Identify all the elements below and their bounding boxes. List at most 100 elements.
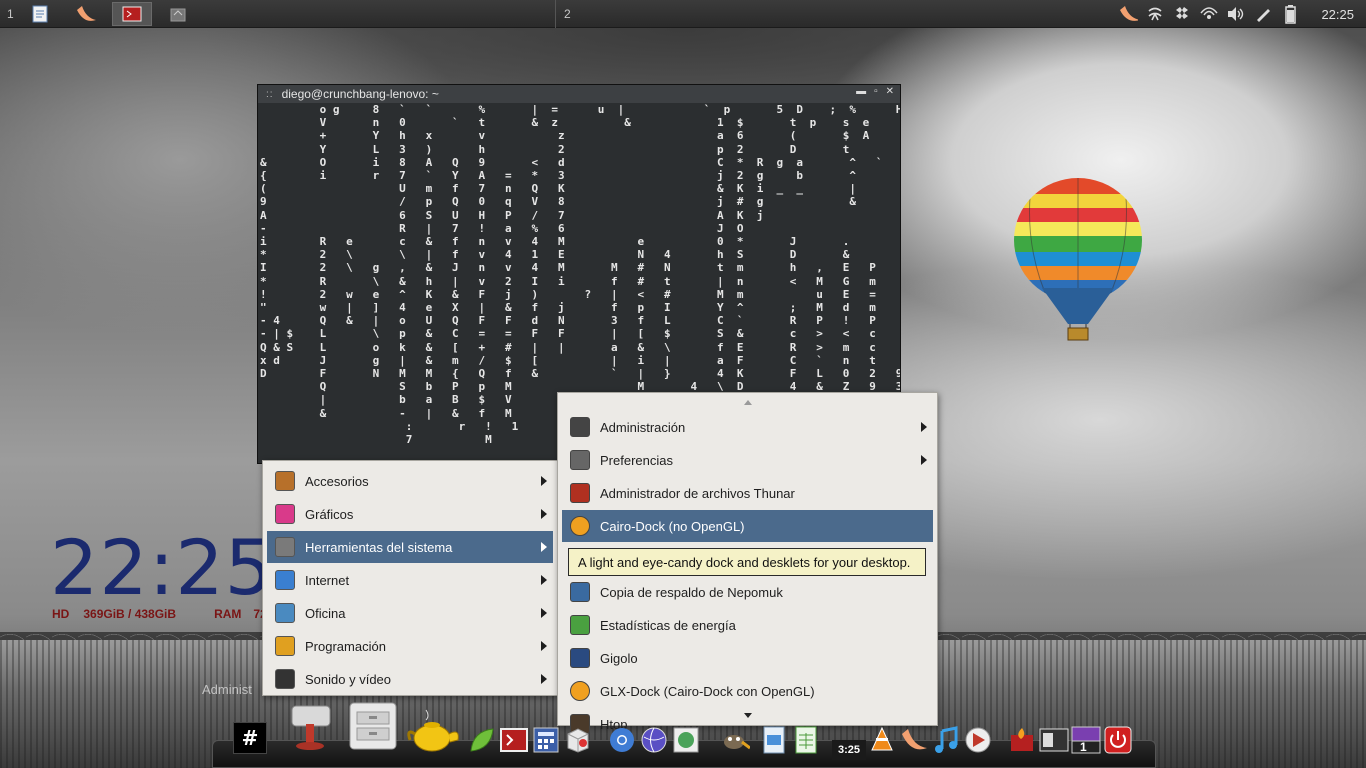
panel-clock[interactable]: 22:25 xyxy=(1321,7,1354,22)
text-editor-task[interactable] xyxy=(20,2,60,26)
menu-item-accesorios[interactable]: Accesorios xyxy=(267,465,553,497)
sound-video-icon xyxy=(275,669,295,689)
terminal-line: Y L 3 ) h 2 p 2 D t 2 Q : , xyxy=(319,142,850,156)
terminal-line: - R | 7 ! a % 6 J O X X , : y xyxy=(260,221,744,235)
image-file-dock-icon[interactable] xyxy=(758,724,790,756)
submenu-item-label: Estadísticas de energía xyxy=(600,617,736,633)
menu-item-gr-ficos[interactable]: Gráficos xyxy=(267,498,553,530)
terminal-line: i R e c & f n v 4 M e 0 * J . P E 0 ; f … xyxy=(260,235,850,249)
submenu-item-label: GLX-Dock (Cairo-Dock con OpenGL) xyxy=(600,683,815,699)
office-icon xyxy=(275,603,295,623)
terminal-title: diego@crunchbang-lenovo: ~ xyxy=(281,87,439,101)
menu-item-herramientas-del-sistema[interactable]: Herramientas del sistema xyxy=(267,531,553,563)
hd-label: HD xyxy=(52,607,70,621)
dock-clock[interactable]: 3:25 xyxy=(832,740,866,760)
network-wave-icon[interactable] xyxy=(1145,4,1165,24)
pen-icon[interactable] xyxy=(1253,4,1273,24)
crunchbang-task[interactable] xyxy=(66,2,106,26)
terminal-dock-icon[interactable] xyxy=(498,724,530,756)
chromium-dock-icon[interactable] xyxy=(606,724,638,756)
submenu-item-administraci-n[interactable]: Administración xyxy=(562,411,933,443)
crunchbang-fruit-dock-icon[interactable] xyxy=(898,724,930,756)
shutdown-dock-icon[interactable] xyxy=(1102,724,1134,756)
submenu-item-preferencias[interactable]: Preferencias xyxy=(562,444,933,476)
photo-viewer-dock-icon[interactable] xyxy=(670,724,702,756)
submenu-item-gigolo[interactable]: Gigolo xyxy=(562,642,933,674)
cairo-dock-tooltip: A light and eye-candy dock and desklets … xyxy=(568,548,926,576)
close-icon[interactable]: ✕ xyxy=(886,86,894,97)
home-task[interactable] xyxy=(158,2,198,26)
workspace-badge: 1 xyxy=(1080,740,1087,754)
media-player-dock-icon[interactable] xyxy=(962,724,994,756)
terminal-line: x d J g | & m / $ [ | i | a F C ` n t M … xyxy=(260,353,876,367)
leaf-dock-icon[interactable] xyxy=(466,724,498,756)
teapot-dock-icon[interactable] xyxy=(406,706,462,754)
submenu-item-label: Administrador de archivos Thunar xyxy=(600,485,795,501)
submenu-item-administrador-de-archivos-thunar[interactable]: Administrador de archivos Thunar xyxy=(562,477,933,509)
volume-icon[interactable] xyxy=(1226,4,1246,24)
terminal-line: * 2 \ \ | f v 4 1 E N 4 h S D & s 0 X f … xyxy=(260,248,850,262)
globe-dock-icon[interactable] xyxy=(638,724,670,756)
wifi-icon[interactable] xyxy=(1199,4,1219,24)
window-grip-icon: :: xyxy=(266,88,274,100)
window-list-dock-icon[interactable] xyxy=(1038,724,1070,756)
menu-item-label: Gráficos xyxy=(305,506,354,522)
nepomuk-backup-icon xyxy=(570,582,590,602)
submenu-item-glx-dock-cairo-dock-con-opengl-[interactable]: GLX-Dock (Cairo-Dock con OpenGL) xyxy=(562,675,933,707)
music-dock-icon[interactable] xyxy=(930,724,962,756)
menu-item-sonido-y-v-deo[interactable]: Sonido y vídeo xyxy=(267,663,553,695)
submenu-arrow-icon xyxy=(541,575,547,585)
firewall-dock-icon[interactable] xyxy=(1006,724,1038,756)
terminal-line: * R \ & h | v 2 I i f # t | n < M G m C … xyxy=(260,274,876,288)
spreadsheet-dock-icon[interactable] xyxy=(790,724,822,756)
submenu-item-copia-de-respaldo-de-nepomuk[interactable]: Copia de respaldo de Nepomuk xyxy=(562,576,933,608)
terminal-titlebar[interactable]: :: diego@crunchbang-lenovo: ~ ▬ ▫ ✕ xyxy=(258,85,900,103)
submenu-arrow-icon xyxy=(541,542,547,552)
panel-divider xyxy=(555,0,556,28)
hot-air-balloon-image xyxy=(1012,178,1148,342)
menu-item-label: Internet xyxy=(305,572,350,588)
file-manager-dock-icon[interactable] xyxy=(347,700,399,752)
terminal-line: I 2 \ g , & J n v 4 M M # N t m h , E P … xyxy=(260,261,876,275)
workspace-2-label[interactable]: 2 xyxy=(564,7,571,21)
crunchbang-dock-icon[interactable]: # xyxy=(233,722,267,754)
submenu-arrow-icon xyxy=(541,608,547,618)
terminal-line: D F N M M { Q f & ` | } 4 K F L 0 2 9 M … xyxy=(260,367,900,381)
file-launcher-dock-icon[interactable] xyxy=(286,702,336,752)
menu-item-label: Oficina xyxy=(305,605,346,621)
vlc-dock-icon[interactable] xyxy=(866,724,898,756)
workspace-1-label[interactable]: 1 xyxy=(7,7,14,21)
terminal-line: " w | ] 4 e X | & f j f p I Y ^ ; M d m … xyxy=(260,301,876,315)
maximize-icon[interactable]: ▫ xyxy=(874,86,878,97)
scroll-up-icon[interactable] xyxy=(743,400,752,405)
menu-item-label: Herramientas del sistema xyxy=(305,539,453,555)
submenu-item-label: Gigolo xyxy=(600,650,638,666)
terminal-line: - | $ L \ p & C = = F F | [ $ S & c > < … xyxy=(260,327,876,341)
calculator-dock-icon[interactable] xyxy=(530,724,562,756)
battery-icon[interactable] xyxy=(1280,4,1300,24)
terminal-line: ( U m f 7 n Q K & K i _ _ | - Z T . xyxy=(260,182,857,196)
faded-administ-label: Administ xyxy=(202,682,252,697)
submenu-arrow-icon xyxy=(921,422,927,432)
menu-item-oficina[interactable]: Oficina xyxy=(267,597,553,629)
cairo-dock-icon xyxy=(570,516,590,536)
package-dock-icon[interactable] xyxy=(562,724,594,756)
submenu-arrow-icon xyxy=(541,674,547,684)
submenu-item-estad-sticas-de-energ-a[interactable]: Estadísticas de energía xyxy=(562,609,933,641)
terminal-line: & O i 8 A Q 9 < d C * R g a ^ ` 7 < G Y xyxy=(260,155,883,169)
menu-item-programaci-n[interactable]: Programación xyxy=(267,630,553,662)
ram-label: RAM xyxy=(214,607,242,621)
gigolo-icon xyxy=(570,648,590,668)
submenu-item-cairo-dock-no-opengl-[interactable]: Cairo-Dock (no OpenGL) xyxy=(562,510,933,542)
gimp-dock-icon[interactable] xyxy=(718,724,750,756)
crunchbang-fruit-icon xyxy=(77,6,96,21)
menu-item-internet[interactable]: Internet xyxy=(267,564,553,596)
crunchbang-tray-icon[interactable] xyxy=(1118,4,1139,24)
submenu-item-label: Copia de respaldo de Nepomuk xyxy=(600,584,783,600)
menu-item-label: Programación xyxy=(305,638,386,654)
applications-menu: Accesorios Gráficos Herramientas del siste… xyxy=(262,460,558,696)
dropbox-icon[interactable] xyxy=(1172,4,1192,24)
terminal-task[interactable] xyxy=(112,2,152,26)
conky-clock: 22:25 xyxy=(50,523,275,612)
minimize-icon[interactable]: ▬ xyxy=(856,86,866,97)
